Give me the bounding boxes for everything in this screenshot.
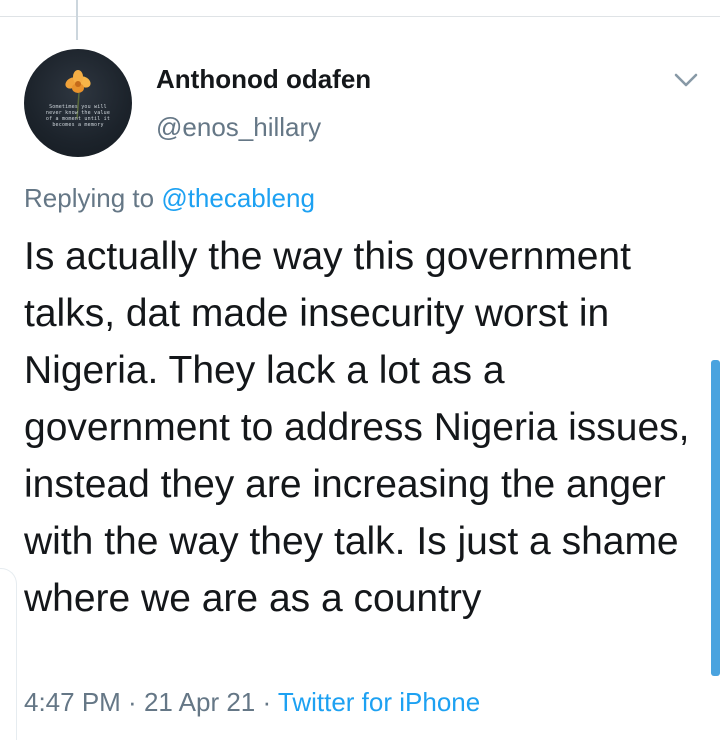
author-handle[interactable]: @enos_hillary: [156, 112, 321, 143]
avatar-quote: Sometimes you will never know the value …: [45, 104, 111, 128]
replying-to: Replying to @thecableng: [24, 183, 315, 214]
avatar[interactable]: Sometimes you will never know the value …: [24, 49, 132, 157]
meta-separator: ·: [120, 687, 144, 717]
top-divider: [0, 16, 720, 17]
flower-icon: [65, 70, 91, 120]
scrollbar[interactable]: [711, 360, 720, 676]
replying-to-label: Replying to: [24, 183, 162, 213]
reply-mention-link[interactable]: @thecableng: [161, 183, 315, 213]
tweet-time: 4:47 PM: [24, 687, 121, 717]
chevron-down-icon[interactable]: [670, 66, 702, 94]
tweet-detail-page: Sometimes you will never know the value …: [0, 0, 720, 740]
tweet-meta: 4:47 PM · 21 Apr 21 · Twitter for iPhone: [24, 687, 480, 718]
meta-separator: ·: [255, 687, 278, 717]
tweet-date: 21 Apr 21: [143, 687, 256, 717]
author-display-name[interactable]: Anthonod odafen: [156, 64, 371, 95]
tweet-text: Is actually the way this government talk…: [24, 235, 690, 620]
tweet-source-link[interactable]: Twitter for iPhone: [278, 687, 480, 717]
left-edge-panel: [0, 568, 17, 740]
thread-connector-line: [76, 0, 78, 40]
